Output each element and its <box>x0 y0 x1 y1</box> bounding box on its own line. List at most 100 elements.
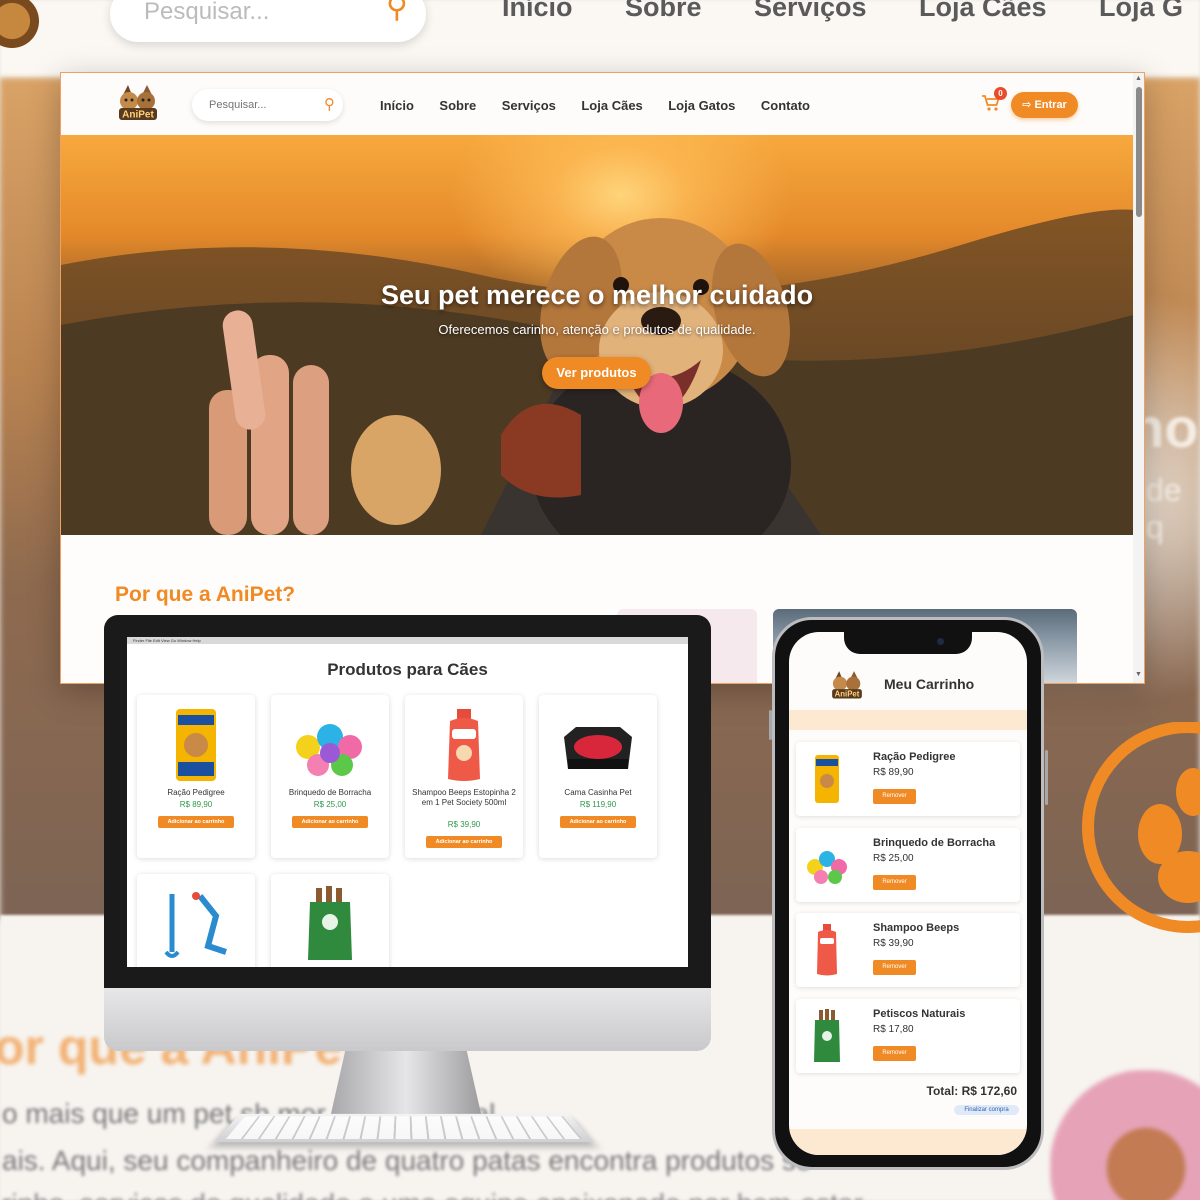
product-card: Cama Casinha Pet R$ 119,90 Adicionar ao … <box>539 695 657 858</box>
cart-item: Shampoo Beeps R$ 39,90 Remover <box>796 913 1020 987</box>
add-to-cart-button[interactable]: Adicionar ao carrinho <box>158 816 234 828</box>
hero-banner: Seu pet merece o melhor cuidado Oferecem… <box>61 135 1133 535</box>
scroll-up-arrow-icon[interactable]: ▲ <box>1135 75 1142 82</box>
sign-in-icon: ⇨ <box>1022 99 1032 111</box>
site-header: AniPet ⚲ Início Sobre Serviços Loja Cães… <box>61 73 1133 135</box>
nav-link-loja-caes[interactable]: Loja Cães <box>581 98 642 113</box>
nav-link-loja-gatos[interactable]: Loja Gatos <box>668 98 735 113</box>
remove-button[interactable]: Remover <box>873 1046 916 1061</box>
pet-bed-image <box>564 727 632 769</box>
remove-button[interactable]: Remover <box>873 875 916 890</box>
dog-food-bag-image <box>815 755 839 803</box>
search-icon[interactable]: ⚲ <box>324 95 335 113</box>
phone-volume-button <box>769 710 772 740</box>
product-name: Cama Casinha Pet <box>564 788 632 797</box>
search-icon: ⚲ <box>386 0 408 24</box>
cart-item-price: R$ 17,80 <box>873 1024 914 1035</box>
product-card: Ração Pedigree R$ 89,90 Adicionar ao car… <box>137 695 255 858</box>
background-dog-photo <box>1050 1070 1200 1200</box>
product-price: R$ 39,90 <box>447 820 481 829</box>
login-button[interactable]: ⇨ Entrar <box>1011 92 1078 118</box>
scrollbar[interactable]: ▲ ▼ <box>1133 73 1144 683</box>
imac-monitor: Finder File Edit View Go Window Help Pro… <box>104 615 711 988</box>
anipet-logo[interactable]: AniPet <box>115 81 161 127</box>
product-card: Brinquedo de Borracha R$ 25,00 Adicionar… <box>271 695 389 858</box>
search-bar[interactable]: ⚲ <box>192 89 343 121</box>
background-nav-item: Sobre <box>624 0 702 22</box>
cart-header: AniPet Meu Carrinho <box>789 662 1027 710</box>
scroll-down-arrow-icon[interactable]: ▼ <box>1135 671 1142 678</box>
nav-link-sobre[interactable]: Sobre <box>439 98 476 113</box>
remove-button[interactable]: Remover <box>873 960 916 975</box>
cart-header-band <box>789 710 1027 730</box>
natural-treats-image <box>308 886 352 960</box>
product-name: Brinquedo de Borracha <box>288 788 372 797</box>
dog-food-bag-image <box>176 709 216 781</box>
background-nav-item: Loja G <box>1099 0 1184 22</box>
imac-chin <box>104 988 711 1051</box>
cart-item: Brinquedo de Borracha R$ 25,00 Remover <box>796 828 1020 902</box>
checkout-button[interactable]: Finalizar compra <box>954 1105 1019 1115</box>
cart-item-name: Ração Pedigree <box>873 751 956 763</box>
add-to-cart-button[interactable]: Adicionar ao carrinho <box>292 816 368 828</box>
remove-button[interactable]: Remover <box>873 789 916 804</box>
nav-link-inicio[interactable]: Início <box>380 98 414 113</box>
view-products-button[interactable]: Ver produtos <box>542 357 651 389</box>
cart-item-price: R$ 89,90 <box>873 767 914 778</box>
cart-item-price: R$ 25,00 <box>873 853 914 864</box>
hero-subtitle: Oferecemos carinho, atenção e produtos d… <box>438 322 756 337</box>
cart-title: Meu Carrinho <box>884 676 975 692</box>
background-nav-item: Serviços <box>753 0 867 22</box>
smartphone: AniPet Meu Carrinho Ração Pedigree R$ 89… <box>769 617 1048 1170</box>
browser-window: AniPet ⚲ Início Sobre Serviços Loja Cães… <box>60 72 1145 684</box>
product-price: R$ 89,90 <box>179 800 213 809</box>
scrollbar-thumb[interactable] <box>1136 87 1142 217</box>
paw-icon <box>1082 722 1200 933</box>
background-hero-subtitle-fragment: de q <box>1146 472 1182 545</box>
nav-link-contato[interactable]: Contato <box>761 98 810 113</box>
phone-notch <box>844 632 972 654</box>
add-to-cart-button[interactable]: Adicionar ao carrinho <box>426 836 502 848</box>
main-nav: Início Sobre Serviços Loja Cães Loja Gat… <box>380 97 831 115</box>
background-search: Pesquisar... ⚲ <box>110 0 426 42</box>
anipet-logo[interactable]: AniPet <box>829 668 865 704</box>
product-name: Ração Pedigree <box>167 788 225 797</box>
background-nav: Início Sobre Serviços Loja Cães Loja G <box>502 0 1200 23</box>
search-input[interactable] <box>192 89 302 121</box>
phone-bottom-band <box>789 1129 1027 1155</box>
cart-item: Petiscos Naturais R$ 17,80 Remover <box>796 999 1020 1073</box>
background-paragraph-line: rinho, serviços de qualidade e uma equip… <box>2 1188 863 1200</box>
cart-item-name: Brinquedo de Borracha <box>873 837 996 849</box>
imac-stand <box>330 1051 482 1118</box>
cart-total: Total: R$ 172,60 <box>926 1084 1017 1098</box>
phone-power-button <box>1045 750 1048 805</box>
product-price: R$ 25,00 <box>313 800 347 809</box>
macos-menubar: Finder File Edit View Go Window Help <box>127 637 688 644</box>
camera-icon <box>937 638 944 645</box>
shampoo-bottle-image <box>817 924 837 976</box>
background-nav-item: Loja Cães <box>918 0 1047 22</box>
shampoo-bottle-image <box>448 709 480 781</box>
product-card <box>271 874 389 967</box>
background-search-placeholder: Pesquisar... <box>144 0 270 25</box>
shop-title: Produtos para Cães <box>327 660 488 679</box>
login-button-label: Entrar <box>1034 99 1067 111</box>
keyboard <box>214 1113 594 1143</box>
add-to-cart-button[interactable]: Adicionar ao carrinho <box>560 816 636 828</box>
keyboard-keys <box>225 1116 583 1139</box>
cart-button[interactable]: 0 <box>981 87 1007 115</box>
rubber-toys-image <box>296 724 362 776</box>
logo-wordmark: AniPet <box>835 690 860 699</box>
cart-item-name: Petiscos Naturais <box>873 1008 966 1020</box>
background-nav-item: Início <box>502 0 573 22</box>
natural-treats-image <box>814 1009 840 1062</box>
cart-item-name: Shampoo Beeps <box>873 922 960 934</box>
desktop-shop-page: Finder File Edit View Go Window Help Pro… <box>127 637 688 967</box>
cart-item: Ração Pedigree R$ 89,90 Remover <box>796 742 1020 816</box>
mobile-cart-page: AniPet Meu Carrinho Ração Pedigree R$ 89… <box>789 632 1027 1155</box>
nav-link-servicos[interactable]: Serviços <box>502 98 556 113</box>
hero-title: Seu pet merece o melhor cuidado <box>380 280 814 310</box>
leash-harness-image <box>164 892 227 958</box>
background-paragraph-line: ais. Aqui, seu companheiro de quatro pat… <box>2 1145 812 1176</box>
product-price: R$ 119,90 <box>579 800 617 809</box>
